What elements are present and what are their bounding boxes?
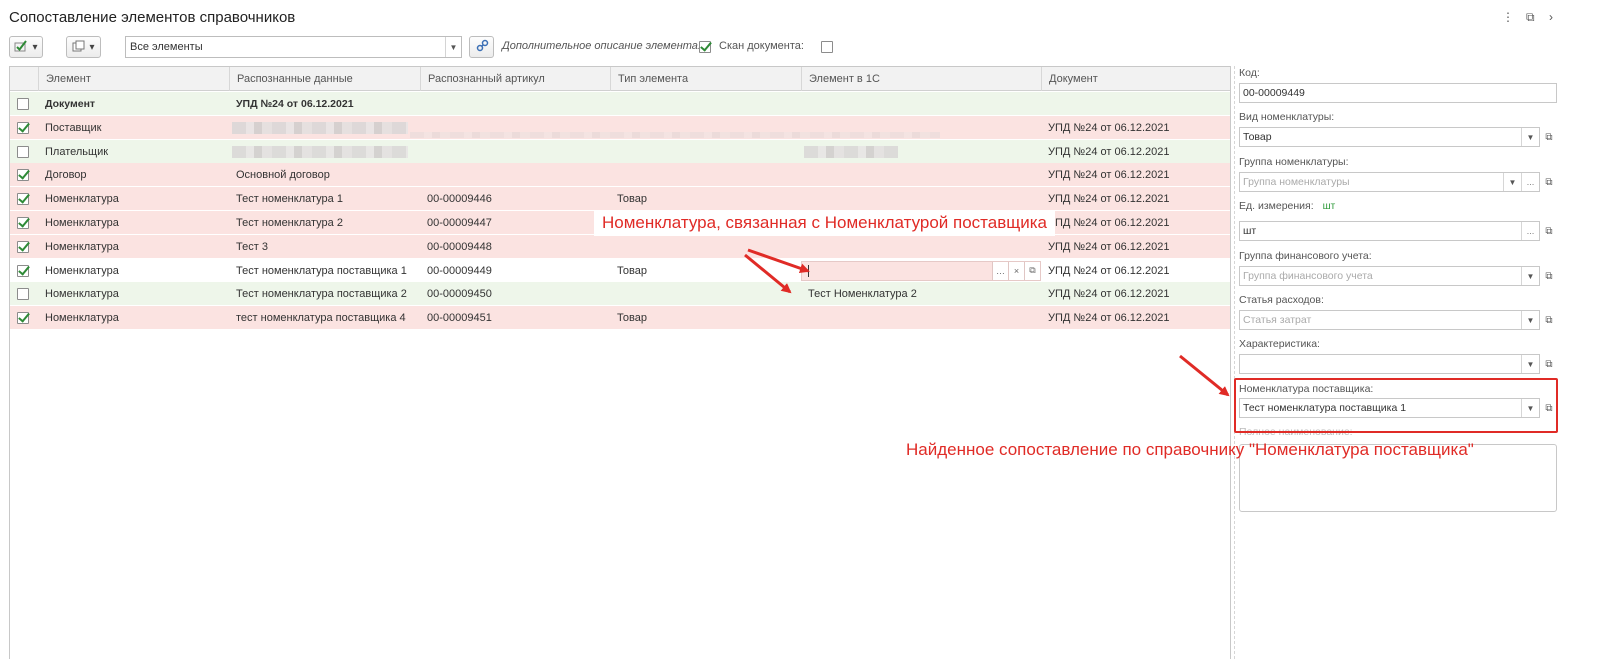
arrow-to-matched-item	[744, 253, 792, 294]
annotation-arrows	[744, 248, 1230, 397]
arrow-to-supplier-field	[1179, 354, 1230, 397]
found-match-callout: Найденное сопоставление по справочнику "…	[906, 440, 1474, 459]
linked-item-callout: Номенклатура, связанная с Номенклатурой …	[594, 210, 1056, 236]
arrow-to-edit-field	[747, 248, 810, 274]
